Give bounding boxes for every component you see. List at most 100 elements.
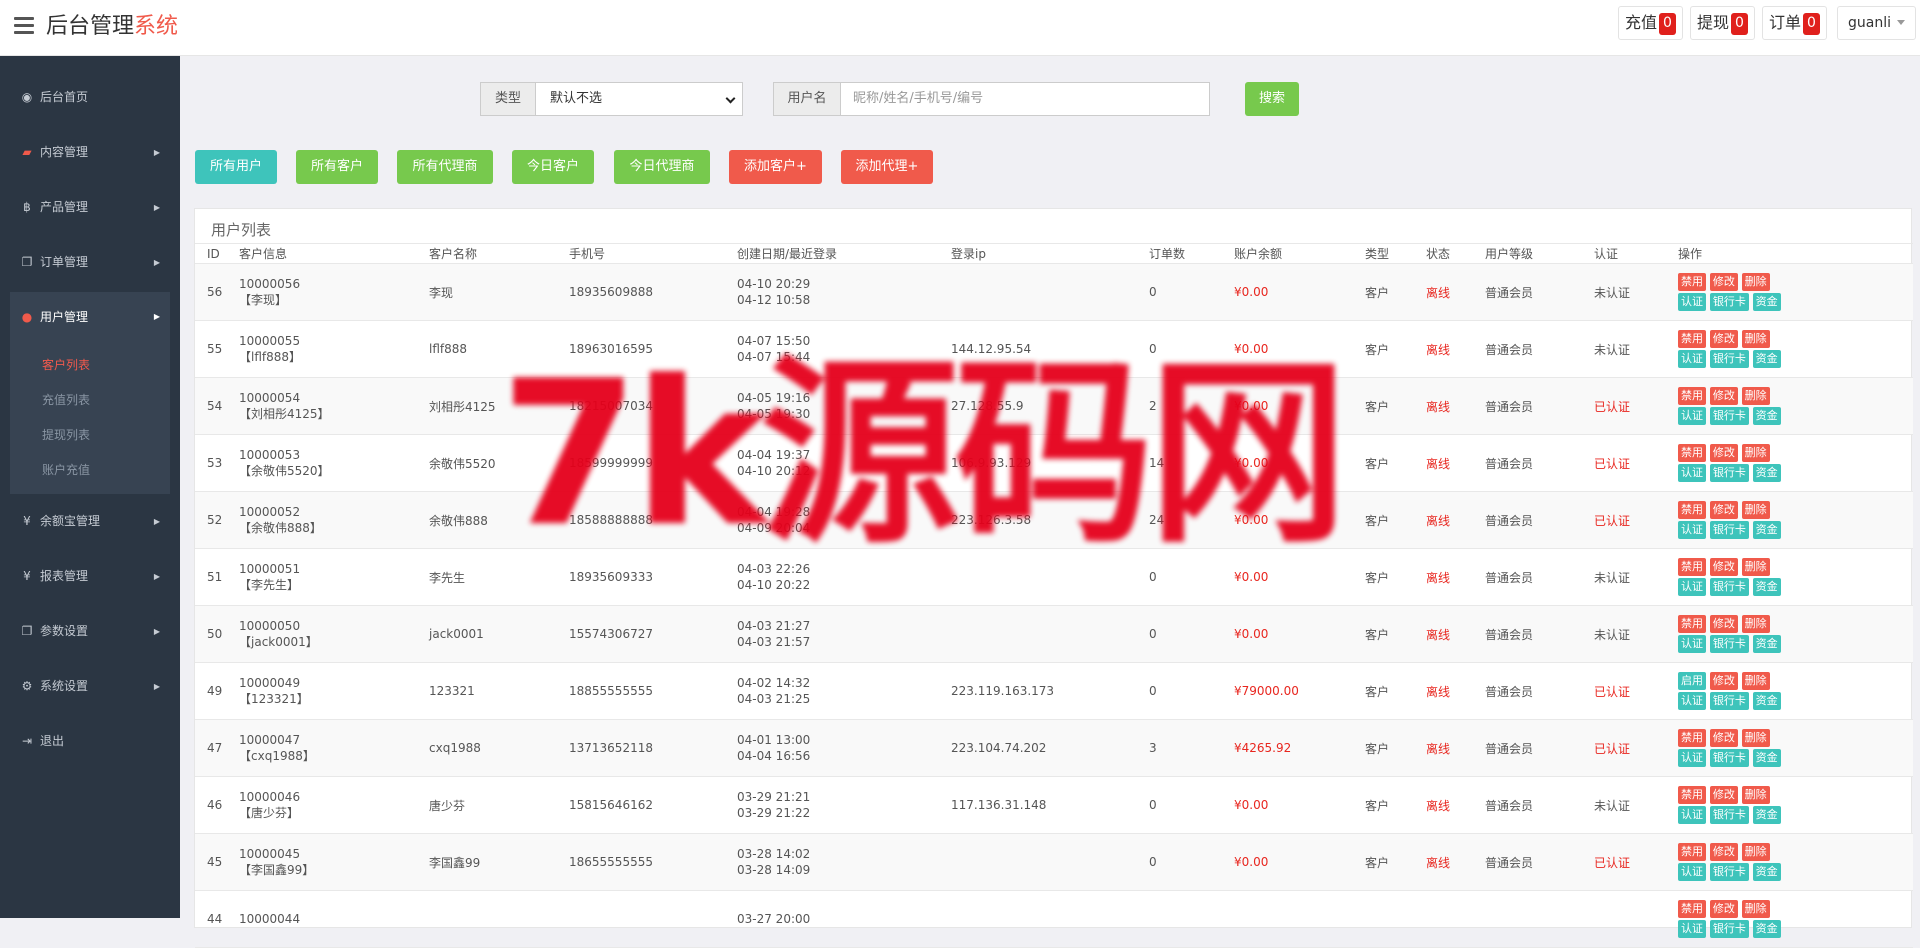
funds-button[interactable]: 资金: [1752, 749, 1781, 767]
toggle-ban-button[interactable]: 禁用: [1678, 615, 1706, 633]
type-select[interactable]: 默认不选: [535, 82, 743, 116]
bank-card-button[interactable]: 银行卡: [1709, 863, 1749, 881]
verify-button[interactable]: 认证: [1678, 407, 1706, 425]
delete-button[interactable]: 删除: [1741, 900, 1770, 918]
bank-card-button[interactable]: 银行卡: [1709, 350, 1749, 368]
toggle-ban-button[interactable]: 禁用: [1678, 786, 1706, 804]
user-dropdown[interactable]: guanli: [1837, 6, 1916, 40]
edit-button[interactable]: 修改: [1709, 843, 1738, 861]
bank-card-button[interactable]: 银行卡: [1709, 293, 1749, 311]
subnav-customer-list[interactable]: 客户列表: [10, 348, 170, 383]
funds-button[interactable]: 资金: [1752, 863, 1781, 881]
bank-card-button[interactable]: 银行卡: [1709, 464, 1749, 482]
search-input[interactable]: 昵称/姓名/手机号/编号: [840, 82, 1210, 116]
delete-button[interactable]: 删除: [1741, 615, 1770, 633]
bank-card-button[interactable]: 银行卡: [1709, 806, 1749, 824]
bank-card-button[interactable]: 银行卡: [1709, 920, 1749, 938]
filter-all-customers[interactable]: 所有客户: [296, 150, 378, 184]
funds-button[interactable]: 资金: [1752, 350, 1781, 368]
toggle-ban-button[interactable]: 禁用: [1678, 729, 1706, 747]
toggle-ban-button[interactable]: 启用: [1678, 672, 1706, 690]
delete-button[interactable]: 删除: [1741, 729, 1770, 747]
nav-report[interactable]: ¥ 报表管理 ▶: [0, 549, 180, 604]
nav-params[interactable]: ❐ 参数设置 ▶: [0, 604, 180, 659]
bank-card-button[interactable]: 银行卡: [1709, 749, 1749, 767]
withdraw-button[interactable]: 提现 0: [1690, 6, 1755, 40]
recharge-button[interactable]: 充值 0: [1618, 6, 1683, 40]
bank-card-button[interactable]: 银行卡: [1709, 692, 1749, 710]
delete-button[interactable]: 删除: [1741, 501, 1770, 519]
delete-button[interactable]: 删除: [1741, 273, 1770, 291]
bank-card-button[interactable]: 银行卡: [1709, 578, 1749, 596]
nav-system[interactable]: ⚙ 系统设置 ▶: [0, 659, 180, 714]
search-button[interactable]: 搜索: [1245, 82, 1299, 116]
subnav-withdraw-list[interactable]: 提现列表: [10, 418, 170, 453]
delete-button[interactable]: 删除: [1741, 786, 1770, 804]
filter-today-customers[interactable]: 今日客户: [512, 150, 594, 184]
funds-button[interactable]: 资金: [1752, 578, 1781, 596]
nav-order[interactable]: ❐ 订单管理 ▶: [0, 235, 180, 290]
verify-button[interactable]: 认证: [1678, 920, 1706, 938]
edit-button[interactable]: 修改: [1709, 672, 1738, 690]
order-button[interactable]: 订单 0: [1762, 6, 1827, 40]
delete-button[interactable]: 删除: [1741, 330, 1770, 348]
funds-button[interactable]: 资金: [1752, 635, 1781, 653]
toggle-ban-button[interactable]: 禁用: [1678, 387, 1706, 405]
filter-today-agents[interactable]: 今日代理商: [614, 150, 710, 184]
verify-button[interactable]: 认证: [1678, 635, 1706, 653]
verify-button[interactable]: 认证: [1678, 578, 1706, 596]
funds-button[interactable]: 资金: [1752, 293, 1781, 311]
nav-content[interactable]: ▰ 内容管理 ▶: [0, 125, 180, 180]
menu-toggle-icon[interactable]: [14, 17, 34, 35]
funds-button[interactable]: 资金: [1752, 692, 1781, 710]
funds-button[interactable]: 资金: [1752, 521, 1781, 539]
verify-button[interactable]: 认证: [1678, 863, 1706, 881]
subnav-recharge-list[interactable]: 充值列表: [10, 383, 170, 418]
toggle-ban-button[interactable]: 禁用: [1678, 900, 1706, 918]
edit-button[interactable]: 修改: [1709, 558, 1738, 576]
subnav-account-recharge[interactable]: 账户充值: [10, 453, 170, 488]
verify-button[interactable]: 认证: [1678, 521, 1706, 539]
nav-user[interactable]: ● 用户管理 ▶: [10, 292, 170, 342]
edit-button[interactable]: 修改: [1709, 501, 1738, 519]
add-customer-button[interactable]: 添加客户+: [729, 150, 822, 184]
toggle-ban-button[interactable]: 禁用: [1678, 444, 1706, 462]
toggle-ban-button[interactable]: 禁用: [1678, 330, 1706, 348]
filter-all-agents[interactable]: 所有代理商: [397, 150, 493, 184]
funds-button[interactable]: 资金: [1752, 464, 1781, 482]
edit-button[interactable]: 修改: [1709, 900, 1738, 918]
edit-button[interactable]: 修改: [1709, 615, 1738, 633]
toggle-ban-button[interactable]: 禁用: [1678, 843, 1706, 861]
nav-product[interactable]: ฿ 产品管理 ▶: [0, 180, 180, 235]
edit-button[interactable]: 修改: [1709, 729, 1738, 747]
edit-button[interactable]: 修改: [1709, 273, 1738, 291]
funds-button[interactable]: 资金: [1752, 920, 1781, 938]
verify-button[interactable]: 认证: [1678, 749, 1706, 767]
funds-button[interactable]: 资金: [1752, 407, 1781, 425]
bank-card-button[interactable]: 银行卡: [1709, 407, 1749, 425]
nav-balance[interactable]: ¥ 余额宝管理 ▶: [0, 494, 180, 549]
edit-button[interactable]: 修改: [1709, 330, 1738, 348]
delete-button[interactable]: 删除: [1741, 843, 1770, 861]
verify-button[interactable]: 认证: [1678, 464, 1706, 482]
delete-button[interactable]: 删除: [1741, 387, 1770, 405]
bank-card-button[interactable]: 银行卡: [1709, 521, 1749, 539]
toggle-ban-button[interactable]: 禁用: [1678, 558, 1706, 576]
delete-button[interactable]: 删除: [1741, 444, 1770, 462]
verify-button[interactable]: 认证: [1678, 806, 1706, 824]
verify-button[interactable]: 认证: [1678, 350, 1706, 368]
filter-all-users[interactable]: 所有用户: [195, 150, 277, 184]
add-agent-button[interactable]: 添加代理+: [841, 150, 933, 184]
delete-button[interactable]: 删除: [1741, 558, 1770, 576]
nav-logout[interactable]: ⇥ 退出: [0, 714, 180, 769]
verify-button[interactable]: 认证: [1678, 692, 1706, 710]
bank-card-button[interactable]: 银行卡: [1709, 635, 1749, 653]
edit-button[interactable]: 修改: [1709, 786, 1738, 804]
edit-button[interactable]: 修改: [1709, 444, 1738, 462]
funds-button[interactable]: 资金: [1752, 806, 1781, 824]
toggle-ban-button[interactable]: 禁用: [1678, 273, 1706, 291]
edit-button[interactable]: 修改: [1709, 387, 1738, 405]
nav-home[interactable]: ◉ 后台首页: [0, 70, 180, 125]
verify-button[interactable]: 认证: [1678, 293, 1706, 311]
toggle-ban-button[interactable]: 禁用: [1678, 501, 1706, 519]
